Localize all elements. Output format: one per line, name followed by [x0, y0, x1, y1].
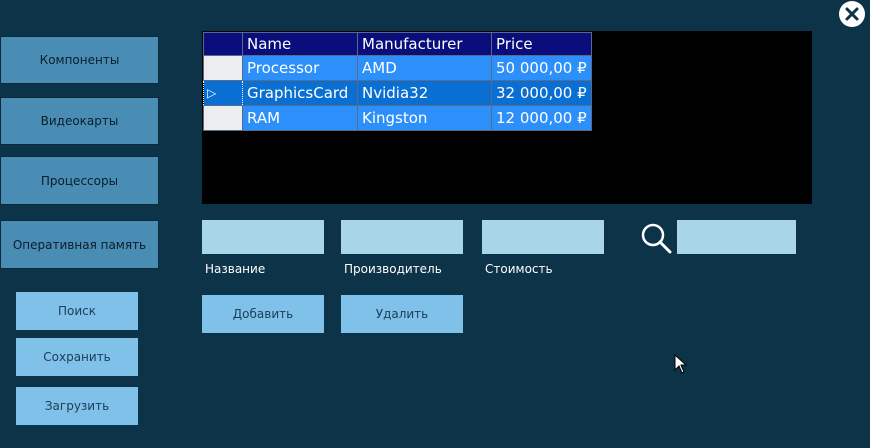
cell-manufacturer[interactable]: AMD — [357, 55, 492, 81]
grid-corner-header — [203, 32, 243, 56]
nav-ram-button[interactable]: Оперативная память — [0, 220, 159, 269]
column-header-manufacturer[interactable]: Manufacturer — [357, 32, 492, 56]
cell-manufacturer[interactable]: Nvidia32 — [357, 80, 492, 106]
price-label: Стоимость — [485, 262, 553, 276]
mouse-pointer-icon — [674, 354, 688, 374]
delete-button[interactable]: Удалить — [341, 295, 463, 333]
table-row[interactable]: RAM Kingston 12 000,00 ₽ — [203, 105, 592, 131]
cell-price[interactable]: 50 000,00 ₽ — [491, 55, 592, 81]
cell-manufacturer[interactable]: Kingston — [357, 105, 492, 131]
cell-price[interactable]: 12 000,00 ₽ — [491, 105, 592, 131]
current-row-icon: ▷ — [207, 86, 217, 100]
save-button[interactable]: Сохранить — [16, 338, 138, 376]
price-input[interactable] — [482, 220, 604, 254]
add-button[interactable]: Добавить — [202, 295, 324, 333]
data-grid[interactable]: Name Manufacturer Price Processor AMD 50… — [202, 31, 812, 204]
magnifier-icon — [641, 223, 672, 254]
manufacturer-label: Производитель — [344, 262, 442, 276]
name-label: Название — [205, 262, 266, 276]
cell-name[interactable]: GraphicsCard — [242, 80, 358, 106]
grid-table: Name Manufacturer Price Processor AMD 50… — [203, 32, 592, 131]
cell-name[interactable]: Processor — [242, 55, 358, 81]
manufacturer-input[interactable] — [341, 220, 463, 254]
cell-name[interactable]: RAM — [242, 105, 358, 131]
row-header[interactable]: ▷ — [203, 80, 243, 106]
search-input[interactable] — [677, 220, 796, 254]
close-button[interactable] — [839, 1, 865, 27]
close-icon — [845, 7, 859, 21]
column-header-price[interactable]: Price — [491, 32, 592, 56]
table-row[interactable]: Processor AMD 50 000,00 ₽ — [203, 55, 592, 81]
nav-components-button[interactable]: Компоненты — [0, 36, 159, 84]
grid-header-row: Name Manufacturer Price — [203, 32, 592, 56]
nav-processors-button[interactable]: Процессоры — [0, 156, 159, 205]
cell-price[interactable]: 32 000,00 ₽ — [491, 80, 592, 106]
table-row[interactable]: ▷ GraphicsCard Nvidia32 32 000,00 ₽ — [203, 80, 592, 106]
row-header[interactable] — [203, 105, 243, 131]
column-header-name[interactable]: Name — [242, 32, 358, 56]
row-header[interactable] — [203, 55, 243, 81]
name-input[interactable] — [202, 220, 324, 254]
load-button[interactable]: Загрузить — [16, 387, 138, 425]
search-button[interactable]: Поиск — [16, 292, 138, 330]
nav-videocards-button[interactable]: Видеокарты — [0, 97, 159, 145]
